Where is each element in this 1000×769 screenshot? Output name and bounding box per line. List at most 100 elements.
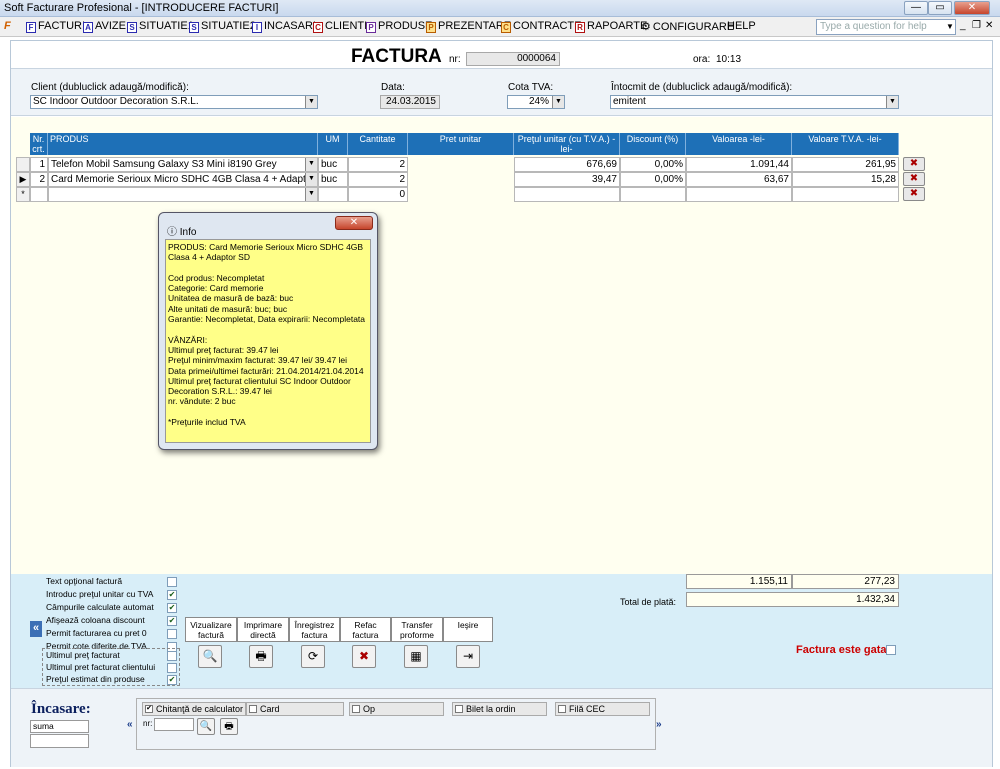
delete-row-icon[interactable]: ✖: [903, 172, 925, 186]
cell-cantitate[interactable]: 0: [348, 187, 408, 202]
option-checkbox[interactable]: [167, 629, 177, 639]
menu-produse[interactable]: P PRODUSE: [366, 20, 432, 33]
next-icon[interactable]: »: [656, 719, 662, 730]
produs-dropdown-icon[interactable]: ▼: [305, 173, 317, 186]
col-pret-unitar: Pret unitar: [408, 133, 514, 155]
cell-discount[interactable]: 0,00%: [620, 172, 686, 187]
client-combo[interactable]: SC Indoor Outdoor Decoration S.R.L. ▼: [30, 95, 318, 109]
produs-dropdown-icon[interactable]: ▼: [305, 158, 317, 171]
option-label: Ultimul preţ facturat: [46, 650, 120, 660]
cell-pret-tva[interactable]: 676,69: [514, 157, 620, 172]
preview-icon[interactable]: 🔍: [197, 718, 215, 735]
option-checkbox[interactable]: ✔: [167, 616, 177, 626]
cell-produs[interactable]: ▼: [48, 187, 318, 202]
option-label: Text opţional factură: [46, 576, 123, 586]
cell-um[interactable]: [318, 187, 348, 202]
configurare-icon: ⚙: [641, 21, 651, 33]
close-icon[interactable]: ✕: [954, 1, 990, 15]
receipt-number-input[interactable]: [154, 718, 194, 731]
option-checkbox[interactable]: [167, 577, 177, 587]
menu-situatie2[interactable]: S SITUATIE2: [189, 20, 256, 33]
invoice-number-field[interactable]: 0000064: [466, 52, 560, 66]
col-pret-tva: Preţul unitar (cu T.V.A.) -lei-: [514, 133, 620, 155]
cell-produs[interactable]: Card Memorie Serioux Micro SDHC 4GB Clas…: [48, 172, 318, 187]
facturi-icon: F: [26, 22, 36, 33]
menu-contracte[interactable]: C CONTRACTE: [501, 20, 581, 33]
cell-um[interactable]: buc: [318, 157, 348, 172]
pay-option-bilet[interactable]: Bilet la ordin: [452, 702, 547, 716]
menu-rapoarte[interactable]: R RAPOARTE: [575, 20, 647, 33]
prev-icon[interactable]: «: [127, 719, 133, 730]
option-checkbox[interactable]: ✔: [167, 590, 177, 600]
delete-row-icon[interactable]: ✖: [903, 157, 925, 171]
menu-facturi[interactable]: F FACTURI: [26, 20, 85, 33]
date-field[interactable]: 24.03.2015: [380, 95, 440, 109]
intocmit-dropdown-icon[interactable]: ▼: [886, 96, 898, 108]
row-selector[interactable]: ▶: [16, 172, 30, 187]
printer-icon[interactable]: 🖶: [220, 718, 238, 735]
client-dropdown-icon[interactable]: ▼: [305, 96, 317, 108]
menu-avize[interactable]: A AVIZE: [83, 20, 126, 33]
pay-option-cec[interactable]: Filă CEC: [555, 702, 650, 716]
intocmit-combo[interactable]: emitent ▼: [610, 95, 899, 109]
menu-situatie1[interactable]: S SITUATIE1: [127, 20, 194, 33]
title-bar: Soft Facturare Profesional - [INTRODUCER…: [0, 0, 1000, 17]
save-icon[interactable]: ⟳: [301, 645, 325, 668]
option-checkbox[interactable]: [167, 651, 177, 661]
cell-cantitate[interactable]: 2: [348, 157, 408, 172]
cell-pret-tva[interactable]: [514, 187, 620, 202]
cell-um[interactable]: buc: [318, 172, 348, 187]
mdi-close-icon[interactable]: ✕: [985, 20, 993, 31]
printer-icon[interactable]: 🖶: [249, 645, 273, 668]
minimize-icon[interactable]: —: [904, 1, 928, 15]
info-line: [168, 407, 368, 417]
help-dropdown-icon[interactable]: ▼: [944, 19, 956, 35]
cell-discount[interactable]: [620, 187, 686, 202]
exit-icon[interactable]: ⇥: [456, 645, 480, 668]
delete-row-icon[interactable]: ✖: [903, 187, 925, 201]
tva-dropdown-icon[interactable]: ▼: [552, 96, 564, 108]
cell-produs[interactable]: Telefon Mobil Samsung Galaxy S3 Mini i81…: [48, 157, 318, 172]
option-checkbox[interactable]: ✔: [167, 603, 177, 613]
help-search-input[interactable]: Type a question for help: [816, 19, 956, 35]
pay-checkbox[interactable]: [558, 705, 566, 713]
transfer-icon[interactable]: ▦: [404, 645, 428, 668]
pay-option-chitanta[interactable]: ✔ Chitanţă de calculator: [142, 702, 246, 716]
undo-invoice-icon[interactable]: ✖: [352, 645, 376, 668]
menu-configurare[interactable]: ⚙ CONFIGURARE: [641, 20, 734, 33]
close-icon[interactable]: ✕: [335, 216, 373, 230]
preview-icon[interactable]: 🔍: [198, 645, 222, 668]
menu-help[interactable]: HELP: [727, 20, 756, 32]
mdi-minimize-icon[interactable]: _: [960, 20, 966, 31]
pay-option-op[interactable]: Op: [349, 702, 444, 716]
pay-checkbox[interactable]: [455, 705, 463, 713]
menu-prezentare[interactable]: P PREZENTARE: [426, 20, 511, 33]
mdi-restore-icon[interactable]: ❐: [972, 20, 981, 31]
option-checkbox[interactable]: ✔: [167, 675, 177, 685]
new-row-selector[interactable]: *: [16, 187, 30, 202]
cell-valoare-tva: 261,95: [792, 157, 899, 172]
cell-cantitate[interactable]: 2: [348, 172, 408, 187]
factura-gata-label: Factura este gata: [796, 644, 887, 656]
tva-combo[interactable]: 24% ▼: [507, 95, 565, 109]
produs-dropdown-icon[interactable]: ▼: [305, 188, 317, 201]
row-selector[interactable]: [16, 157, 30, 172]
transfer-label: Transfer proforme: [391, 617, 443, 642]
cell-discount[interactable]: 0,00%: [620, 157, 686, 172]
maximize-icon[interactable]: ▭: [928, 1, 952, 15]
suma-input[interactable]: [30, 734, 89, 748]
menu-incasari[interactable]: I INCASARI: [252, 20, 316, 33]
option-label: Preţul estimat din produse: [46, 674, 145, 684]
pay-checkbox[interactable]: [352, 705, 360, 713]
cell-nr: 2: [30, 172, 48, 187]
page-title: FACTURA: [351, 46, 442, 67]
collapse-options-icon[interactable]: «: [30, 621, 42, 637]
pay-checkbox[interactable]: ✔: [145, 705, 153, 713]
option-checkbox[interactable]: [167, 663, 177, 673]
pay-option-card[interactable]: Card: [246, 702, 344, 716]
cell-pret-tva[interactable]: 39,47: [514, 172, 620, 187]
info-icon: ⓘ: [167, 227, 177, 238]
factura-gata-checkbox[interactable]: [886, 645, 896, 655]
pay-checkbox[interactable]: [249, 705, 257, 713]
menu-clienti[interactable]: C CLIENTI: [313, 20, 367, 33]
